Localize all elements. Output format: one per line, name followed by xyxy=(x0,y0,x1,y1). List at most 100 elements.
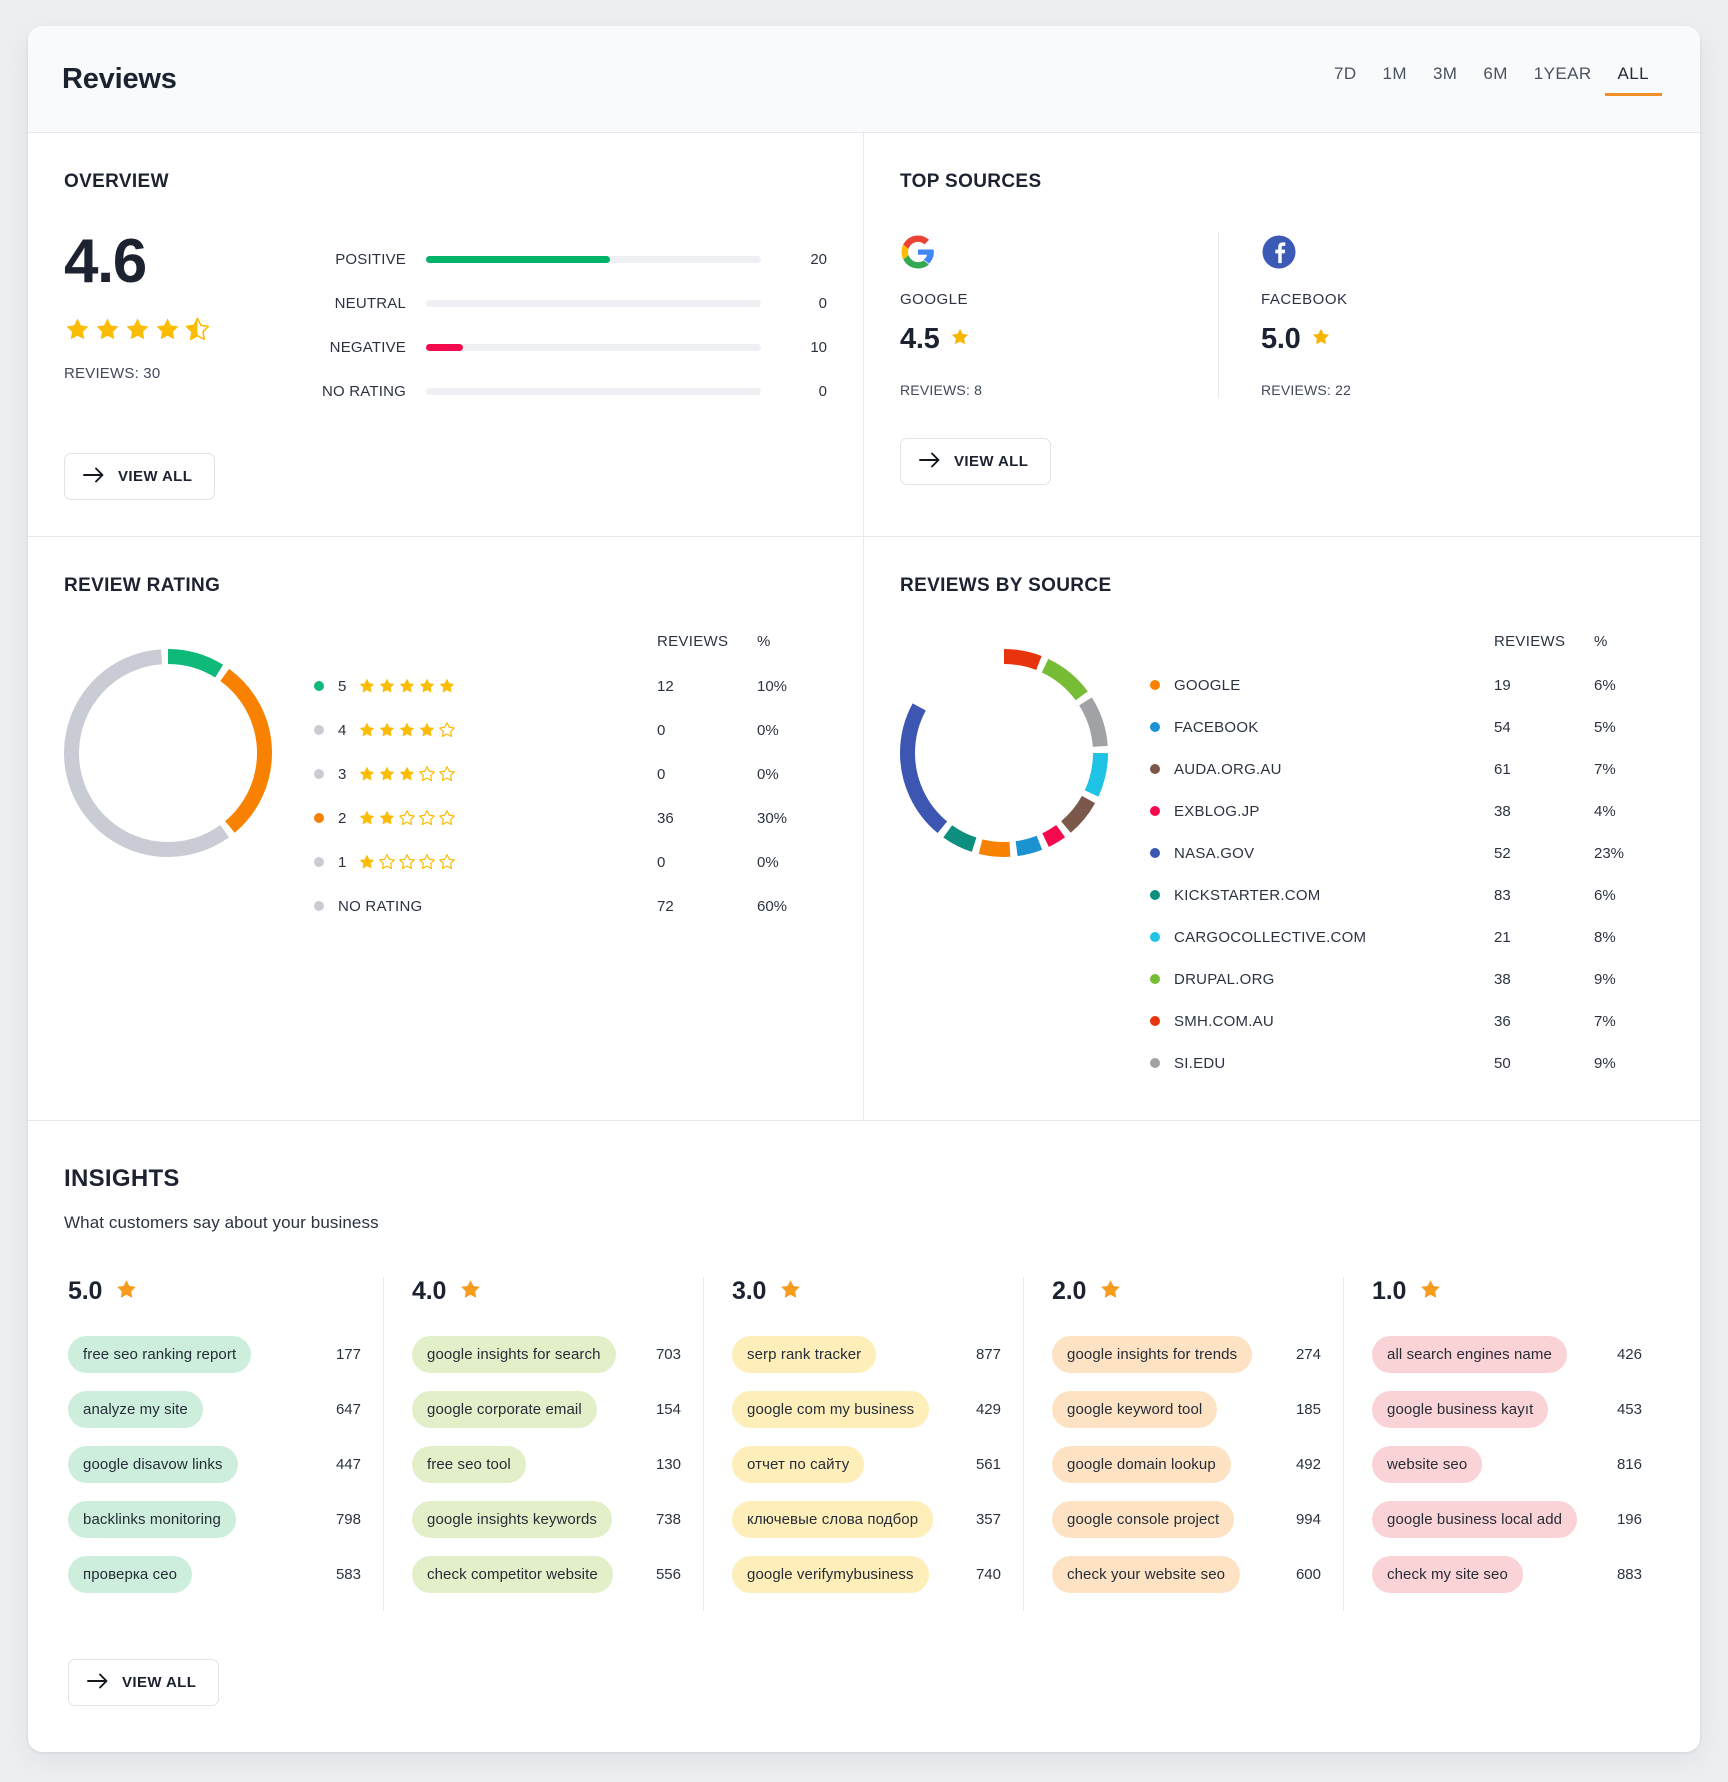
sentiment-fill xyxy=(426,255,611,263)
insights-column-score: 1.0 xyxy=(1372,1277,1407,1305)
source-legend-reviews: 61 xyxy=(1494,760,1511,778)
rating-legend-row[interactable]: 2 36 30% xyxy=(314,796,827,840)
source-legend-percent: 23% xyxy=(1594,844,1625,862)
insight-keyword-count: 492 xyxy=(1295,1456,1321,1473)
source-legend-percent: 6% xyxy=(1594,676,1616,694)
reviews-by-source-card: REVIEWS BY SOURCE REVIEWS % GOOGLE 19 6% FA… xyxy=(864,537,1700,1120)
insights-column-header: 1.0 xyxy=(1372,1277,1642,1306)
source-legend-row[interactable]: SMH.COM.AU 36 7% xyxy=(1150,1000,1664,1042)
insight-keyword-row[interactable]: google disavow links 447 xyxy=(68,1446,361,1483)
insight-keyword-row[interactable]: отчет по сайту 561 xyxy=(732,1446,1001,1483)
column-percent: % xyxy=(1594,633,1608,650)
source-legend-row[interactable]: AUDA.ORG.AU 61 7% xyxy=(1150,748,1664,790)
date-range-1year[interactable]: 1YEAR xyxy=(1521,60,1605,96)
facebook-logo-icon xyxy=(1261,231,1536,273)
insight-keyword-row[interactable]: google insights for search 703 xyxy=(412,1336,681,1373)
source-legend-row[interactable]: SI.EDU 50 9% xyxy=(1150,1042,1664,1084)
review-rating-title: REVIEW RATING xyxy=(64,575,221,596)
insight-keyword-row[interactable]: all search engines name 426 xyxy=(1372,1336,1642,1373)
source-legend-row[interactable]: FACEBOOK 54 5% xyxy=(1150,706,1664,748)
date-range-7d[interactable]: 7D xyxy=(1321,60,1370,96)
rating-legend-percent: 10% xyxy=(757,677,788,695)
source-legend-row[interactable]: EXBLOG.JP 38 4% xyxy=(1150,790,1664,832)
insight-keyword-row[interactable]: google business kayıt 453 xyxy=(1372,1391,1642,1428)
insight-keyword-row[interactable]: check my site seo 883 xyxy=(1372,1556,1642,1593)
source-legend-row[interactable]: GOOGLE 19 6% xyxy=(1150,664,1664,706)
insight-keyword-pill: проверка сео xyxy=(68,1556,193,1593)
insight-keyword-pill: google business kayıt xyxy=(1372,1391,1549,1428)
insight-keyword-row[interactable]: google com my business 429 xyxy=(732,1391,1001,1428)
overview-score: 4.6 xyxy=(64,227,147,296)
sentiment-value: 20 xyxy=(810,250,827,268)
insight-keyword-row[interactable]: google console project 994 xyxy=(1052,1501,1321,1538)
overview-title: OVERVIEW xyxy=(64,171,169,192)
rating-legend-reviews: 12 xyxy=(657,677,674,695)
insight-keyword-row[interactable]: free seo ranking report 177 xyxy=(68,1336,361,1373)
arrow-right-icon xyxy=(919,452,941,471)
insights-section: INSIGHTS What customers say about your b… xyxy=(28,1121,1700,1752)
date-range-6m[interactable]: 6M xyxy=(1470,60,1520,96)
source-legend-label: GOOGLE xyxy=(1174,676,1241,694)
top-sources-view-all-button[interactable]: VIEW ALL xyxy=(900,438,1052,485)
insight-keyword-row[interactable]: google insights keywords 738 xyxy=(412,1501,681,1538)
date-range-3m[interactable]: 3M xyxy=(1420,60,1470,96)
insight-keyword-row[interactable]: google corporate email 154 xyxy=(412,1391,681,1428)
source-legend-reviews: 83 xyxy=(1494,886,1511,904)
source-legend-reviews: 36 xyxy=(1494,1012,1511,1030)
source-legend-row[interactable]: DRUPAL.ORG 38 9% xyxy=(1150,958,1664,1000)
date-range-all[interactable]: ALL xyxy=(1604,60,1662,96)
insight-keyword-row[interactable]: google insights for trends 274 xyxy=(1052,1336,1321,1373)
insights-column-3-0: 3.0 serp rank tracker 877 google com my bus… xyxy=(704,1277,1024,1611)
insight-keyword-row[interactable]: google keyword tool 185 xyxy=(1052,1391,1321,1428)
insight-keyword-count: 883 xyxy=(1616,1566,1642,1583)
source-legend-row[interactable]: NASA.GOV 52 23% xyxy=(1150,832,1664,874)
source-legend-percent: 4% xyxy=(1594,802,1616,820)
date-range-1m[interactable]: 1M xyxy=(1370,60,1420,96)
insight-keyword-count: 798 xyxy=(335,1511,361,1528)
rating-legend-row[interactable]: 4 0 0% xyxy=(314,708,827,752)
sentiment-row: NEUTRAL 0 xyxy=(314,281,827,325)
insight-keyword-row[interactable]: ключевые слова подбор 357 xyxy=(732,1501,1001,1538)
google-logo-icon xyxy=(900,231,1218,273)
rating-legend-row[interactable]: 5 12 10% xyxy=(314,664,827,708)
source-legend-row[interactable]: KICKSTARTER.COM 83 6% xyxy=(1150,874,1664,916)
rating-legend-row[interactable]: NO RATING 72 60% xyxy=(314,884,827,928)
insight-keyword-count: 274 xyxy=(1295,1346,1321,1363)
insight-keyword-row[interactable]: backlinks monitoring 798 xyxy=(68,1501,361,1538)
insight-keyword-row[interactable]: проверка сео 583 xyxy=(68,1556,361,1593)
insight-keyword-count: 738 xyxy=(655,1511,681,1528)
rating-legend-percent: 0% xyxy=(757,853,779,871)
insight-keyword-row[interactable]: google domain lookup 492 xyxy=(1052,1446,1321,1483)
top-sources-view-all-label: VIEW ALL xyxy=(954,453,1029,470)
rating-legend-row[interactable]: 3 0 0% xyxy=(314,752,827,796)
insight-keyword-row[interactable]: serp rank tracker 877 xyxy=(732,1336,1001,1373)
source-legend-row[interactable]: CARGOCOLLECTIVE.COM 21 8% xyxy=(1150,916,1664,958)
source-legend-percent: 6% xyxy=(1594,886,1616,904)
legend-color-dot xyxy=(1150,764,1160,774)
insight-keyword-row[interactable]: check your website seo 600 xyxy=(1052,1556,1321,1593)
insight-keyword-pill: check competitor website xyxy=(412,1556,613,1593)
insight-keyword-row[interactable]: analyze my site 647 xyxy=(68,1391,361,1428)
reviews-by-source-title: REVIEWS BY SOURCE xyxy=(900,575,1112,596)
insight-keyword-row[interactable]: website seo 816 xyxy=(1372,1446,1642,1483)
top-sources-card: TOP SOURCES GOOGLE 4.5 REVIEWS: 8 FACEBO… xyxy=(864,133,1700,536)
insight-keyword-pill: google domain lookup xyxy=(1052,1446,1231,1483)
top-source-name: FACEBOOK xyxy=(1261,291,1348,308)
rating-legend-row[interactable]: 1 0 0% xyxy=(314,840,827,884)
insight-keyword-row[interactable]: free seo tool 130 xyxy=(412,1446,681,1483)
reviews-by-source-columns: REVIEWS % xyxy=(1150,633,1664,664)
insights-view-all-button[interactable]: VIEW ALL xyxy=(68,1659,220,1706)
insights-column-4-0: 4.0 google insights for search 703 google c… xyxy=(384,1277,704,1611)
overview-view-all-button[interactable]: VIEW ALL xyxy=(64,453,216,500)
source-legend-percent: 7% xyxy=(1594,760,1616,778)
legend-color-dot xyxy=(1150,974,1160,984)
star-icon xyxy=(779,1278,802,1306)
page-title: Reviews xyxy=(62,62,177,95)
insight-keyword-count: 453 xyxy=(1616,1401,1642,1418)
top-sources-list: GOOGLE 4.5 REVIEWS: 8 FACEBOOK 5.0 REVIE… xyxy=(900,227,1664,398)
insight-keyword-count: 185 xyxy=(1295,1401,1321,1418)
star-icon xyxy=(115,1278,138,1306)
insight-keyword-row[interactable]: check competitor website 556 xyxy=(412,1556,681,1593)
insight-keyword-row[interactable]: google verifymybusiness 740 xyxy=(732,1556,1001,1593)
insight-keyword-row[interactable]: google business local add 196 xyxy=(1372,1501,1642,1538)
